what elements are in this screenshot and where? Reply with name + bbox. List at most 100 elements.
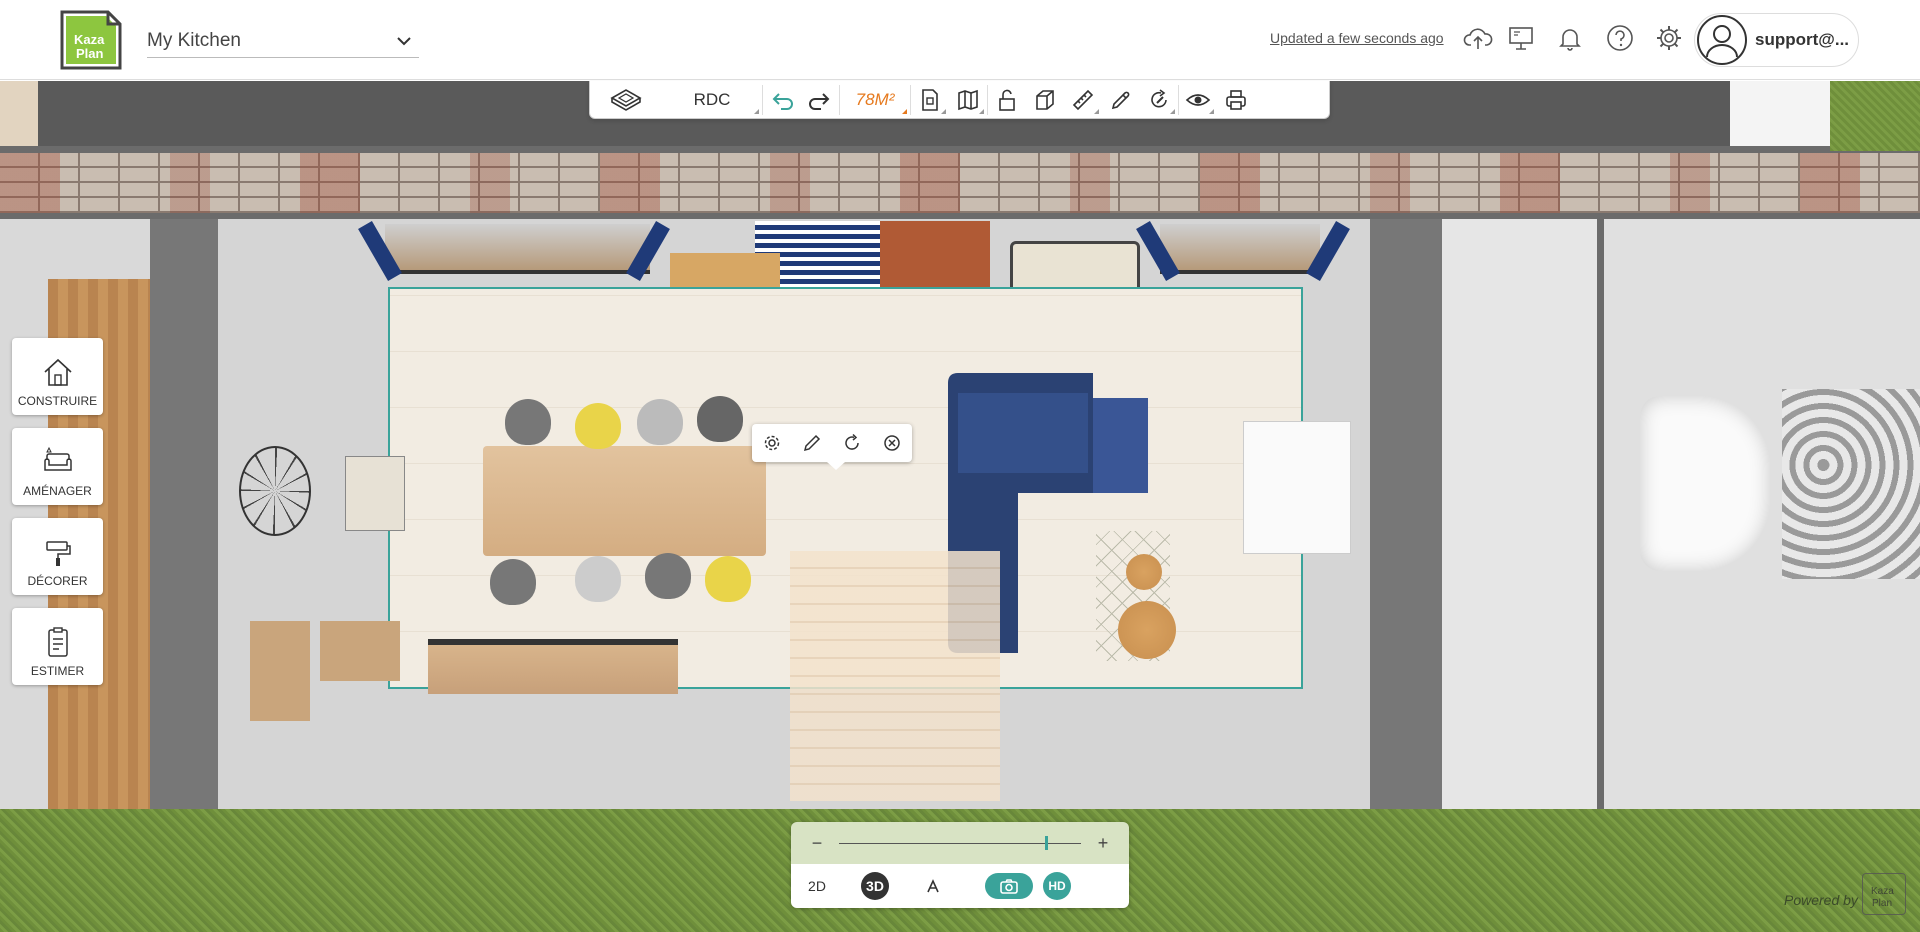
delete-icon	[884, 435, 900, 451]
presentation-icon[interactable]	[1505, 22, 1537, 54]
rotate-tool-button[interactable]	[1140, 81, 1178, 119]
chair[interactable]	[490, 559, 536, 605]
view-2d-button[interactable]: 2D	[803, 872, 831, 900]
kitchen-counter[interactable]	[428, 639, 678, 694]
walls-button[interactable]	[1026, 81, 1064, 119]
map-button[interactable]	[949, 81, 987, 119]
cloud-upload-icon[interactable]	[1462, 22, 1494, 54]
stool[interactable]	[1126, 554, 1162, 590]
measure-button[interactable]	[1064, 81, 1102, 119]
paint-roller-icon	[45, 541, 71, 566]
undo-icon	[772, 92, 793, 110]
zoom-slider-handle[interactable]	[1044, 835, 1048, 850]
view-3d-button[interactable]: 3D	[861, 872, 889, 900]
last-updated-link[interactable]: Updated a few seconds ago	[1270, 30, 1444, 46]
object-edit-button[interactable]	[797, 428, 827, 458]
svg-text:Kaza: Kaza	[74, 32, 105, 47]
help-icon[interactable]	[1604, 22, 1636, 54]
view-control-panel: − + 2D 3D HD	[791, 822, 1129, 908]
chevron-down-icon	[397, 36, 411, 45]
zoom-slider[interactable]	[839, 835, 1081, 850]
nav-decorer[interactable]: DÉCORER	[12, 518, 103, 595]
bathtub[interactable]	[1640, 396, 1770, 571]
nav-estimer[interactable]: ESTIMER	[12, 608, 103, 685]
wall-cube-icon	[1036, 89, 1054, 110]
bell-icon[interactable]	[1554, 22, 1586, 54]
object-delete-button[interactable]	[877, 428, 907, 458]
hd-render-button[interactable]: HD	[1043, 872, 1071, 900]
stool[interactable]	[1118, 601, 1176, 659]
wall-clock[interactable]	[239, 446, 311, 536]
nav-decorer-label: DÉCORER	[27, 574, 88, 588]
visibility-button[interactable]	[1179, 81, 1217, 119]
dropdown-indicator	[941, 108, 946, 114]
window[interactable]	[385, 224, 650, 274]
dining-table[interactable]	[483, 446, 766, 556]
object-rotate-button[interactable]	[837, 428, 867, 458]
unlock-icon	[999, 89, 1015, 111]
screenshot-button[interactable]	[985, 873, 1033, 899]
window[interactable]	[1160, 224, 1320, 274]
catalog-button[interactable]	[911, 81, 949, 119]
printer-icon	[1226, 89, 1246, 110]
3d-view-toggle[interactable]	[590, 81, 662, 119]
undo-button[interactable]	[763, 81, 801, 119]
dropdown-indicator	[979, 108, 984, 114]
door[interactable]	[865, 221, 990, 293]
document-icon	[922, 88, 938, 111]
dropdown-indicator	[1094, 108, 1099, 114]
svg-text:Plan: Plan	[1872, 898, 1892, 909]
dropdown-indicator	[1170, 108, 1175, 114]
chair[interactable]	[575, 403, 621, 449]
3d-viewport[interactable]	[0, 81, 1920, 932]
nav-amenager[interactable]: AMÉNAGER	[12, 428, 103, 505]
chair[interactable]	[705, 556, 751, 602]
staircase[interactable]	[790, 551, 1000, 801]
chair[interactable]	[645, 553, 691, 599]
redo-button[interactable]	[801, 81, 839, 119]
redo-icon	[809, 92, 830, 110]
camera-icon	[1000, 879, 1018, 894]
dropdown-indicator	[754, 108, 759, 114]
side-cabinet[interactable]	[250, 621, 310, 721]
level-select[interactable]: RDC	[662, 81, 762, 119]
right-room	[1442, 219, 1597, 824]
view-mode-row: 2D 3D HD	[791, 864, 1129, 908]
console[interactable]	[345, 456, 405, 531]
chair[interactable]	[505, 399, 551, 445]
lock-button[interactable]	[988, 81, 1026, 119]
nav-construire[interactable]: CONSTRUIRE	[12, 338, 103, 415]
zoom-out-button[interactable]: −	[809, 833, 825, 854]
wallpaper	[1782, 389, 1920, 579]
pencil-icon	[803, 434, 821, 452]
side-cabinet[interactable]	[320, 621, 400, 681]
wall	[150, 219, 218, 824]
user-menu[interactable]: support@...	[1694, 13, 1859, 67]
svg-text:Plan: Plan	[76, 46, 104, 61]
print-button[interactable]	[1217, 81, 1255, 119]
chair[interactable]	[575, 556, 621, 602]
clipboard-icon	[47, 627, 68, 657]
color-picker-button[interactable]	[1102, 81, 1140, 119]
project-name: My Kitchen	[147, 29, 241, 51]
walk-mode-button[interactable]	[919, 872, 947, 900]
project-select[interactable]: My Kitchen	[147, 24, 419, 58]
chair[interactable]	[697, 396, 743, 442]
zoom-in-button[interactable]: +	[1095, 833, 1111, 854]
left-nav: CONSTRUIRE AMÉNAGER DÉCORER ESTIMER	[12, 338, 103, 698]
chair[interactable]	[637, 399, 683, 445]
top-bar: Kaza Plan My Kitchen Updated a few secon…	[0, 0, 1920, 80]
kazaplan-logo[interactable]: Kaza Plan	[58, 8, 124, 72]
editor-toolbar: RDC 78M²	[589, 81, 1330, 119]
surface-area-button[interactable]: 78M²	[840, 81, 910, 119]
nav-amenager-label: AMÉNAGER	[23, 484, 92, 498]
object-context-menu	[752, 424, 912, 470]
user-name: support@...	[1755, 30, 1850, 49]
pipette-icon	[1111, 91, 1130, 109]
fridge[interactable]	[1243, 421, 1351, 554]
kazaplan-watermark-logo: Kaza Plan	[1862, 873, 1906, 915]
nav-construire-label: CONSTRUIRE	[17, 394, 98, 408]
gear-icon[interactable]	[1653, 22, 1685, 54]
eye-icon	[1185, 93, 1211, 106]
object-settings-button[interactable]	[757, 428, 787, 458]
